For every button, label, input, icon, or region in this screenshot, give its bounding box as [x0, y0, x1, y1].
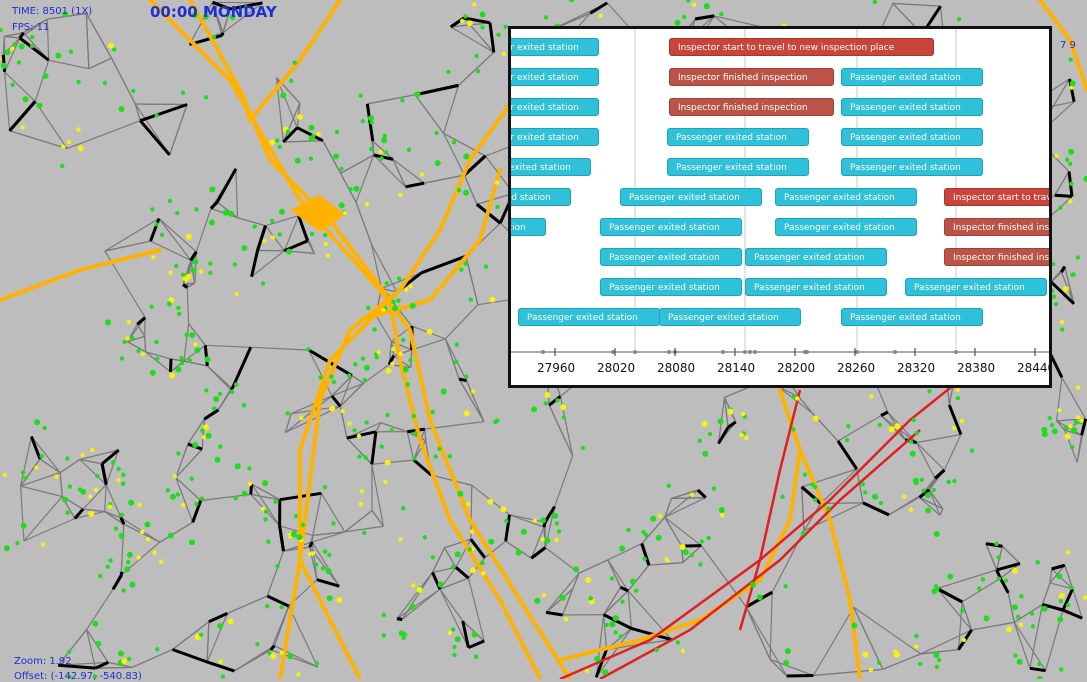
event-marker	[748, 350, 752, 354]
inspector-finished-event-bar[interactable]: Inspector finished inspection	[944, 248, 1052, 266]
inspector-finished-event-bar[interactable]: Inspector finished inspection	[944, 218, 1052, 236]
passenger-event-bar[interactable]: Passenger exited station	[600, 278, 742, 296]
passenger-event-bar[interactable]: Passenger exited station	[508, 188, 571, 206]
event-marker	[805, 350, 809, 354]
event-marker	[667, 350, 671, 354]
passenger-event-bar[interactable]: Passenger exited station	[775, 218, 917, 236]
zoom-readout: Zoom: 1.92	[14, 656, 72, 667]
clock-display: 00:00 MONDAY	[150, 3, 277, 21]
event-marker	[743, 350, 747, 354]
passenger-event-bar[interactable]: Passenger exited station	[508, 218, 546, 236]
passenger-event-bar[interactable]: Passenger exited station	[841, 68, 983, 86]
passenger-event-bar[interactable]: Passenger exited station	[745, 278, 887, 296]
event-marker	[633, 350, 637, 354]
fps-readout: FPS: 11	[12, 22, 49, 33]
passenger-event-bar[interactable]: Passenger exited station	[841, 308, 983, 326]
passenger-event-bar[interactable]: Passenger exited station	[905, 278, 1047, 296]
event-marker	[753, 350, 757, 354]
axis-tick-label: 28440	[1017, 361, 1052, 375]
passenger-event-bar[interactable]: Passenger exited station	[508, 38, 599, 56]
passenger-event-bar[interactable]: Passenger exited station	[508, 128, 599, 146]
event-marker	[954, 350, 958, 354]
axis-tick-label: 28200	[777, 361, 815, 375]
axis-tick-label: 28260	[837, 361, 875, 375]
inspector-finished-event-bar[interactable]: Inspector finished inspection	[669, 68, 834, 86]
event-marker	[893, 350, 897, 354]
event-marker	[721, 350, 725, 354]
passenger-event-bar[interactable]: Passenger exited station	[518, 308, 660, 326]
passenger-event-bar[interactable]: Passenger exited station	[667, 158, 809, 176]
axis-tick-label: 28080	[657, 361, 695, 375]
passenger-event-bar[interactable]: Passenger exited station	[775, 188, 917, 206]
event-marker	[611, 350, 615, 354]
inspector-travel-event-bar[interactable]: Inspector start to travel to new inspect…	[669, 38, 934, 56]
passenger-event-bar[interactable]: Passenger exited station	[600, 248, 742, 266]
axis-tick-label: 28380	[957, 361, 995, 375]
passenger-event-bar[interactable]: Passenger exited station	[667, 128, 809, 146]
axis-tick-label: 28140	[717, 361, 755, 375]
axis-tick-label: 27960	[537, 361, 575, 375]
passenger-event-bar[interactable]: Passenger exited station	[600, 218, 742, 236]
passenger-event-bar[interactable]: Passenger exited station	[508, 98, 599, 116]
sim-time-readout: TIME: 8501 (1X)	[12, 6, 92, 17]
axis-tick-label: 28320	[897, 361, 935, 375]
passenger-event-bar[interactable]: Passenger exited station	[620, 188, 762, 206]
passenger-event-bar[interactable]: Passenger exited station	[508, 158, 591, 176]
passenger-event-bar[interactable]: Passenger exited station	[841, 98, 983, 116]
axis-tick-label: 28020	[597, 361, 635, 375]
passenger-event-bar[interactable]: Passenger exited station	[745, 248, 887, 266]
event-marker	[855, 350, 859, 354]
passenger-event-bar[interactable]: Passenger exited station	[659, 308, 801, 326]
inspector-travel-event-bar[interactable]: Inspector start to travel to new inspect…	[944, 188, 1052, 206]
passenger-event-bar[interactable]: Passenger exited station	[841, 128, 983, 146]
passenger-event-bar[interactable]: Passenger exited station	[508, 68, 599, 86]
offset-readout: Offset: (-142.97, -540.83)	[14, 671, 142, 682]
edge-hint: 7 9	[1060, 40, 1076, 51]
inspector-finished-event-bar[interactable]: Inspector finished inspection	[669, 98, 834, 116]
passenger-event-bar[interactable]: Passenger exited station	[841, 158, 983, 176]
event-timeline-panel[interactable]: 27960 28020 28080 28140 28200 28260 28320 28380…	[508, 26, 1052, 388]
event-marker	[541, 350, 545, 354]
